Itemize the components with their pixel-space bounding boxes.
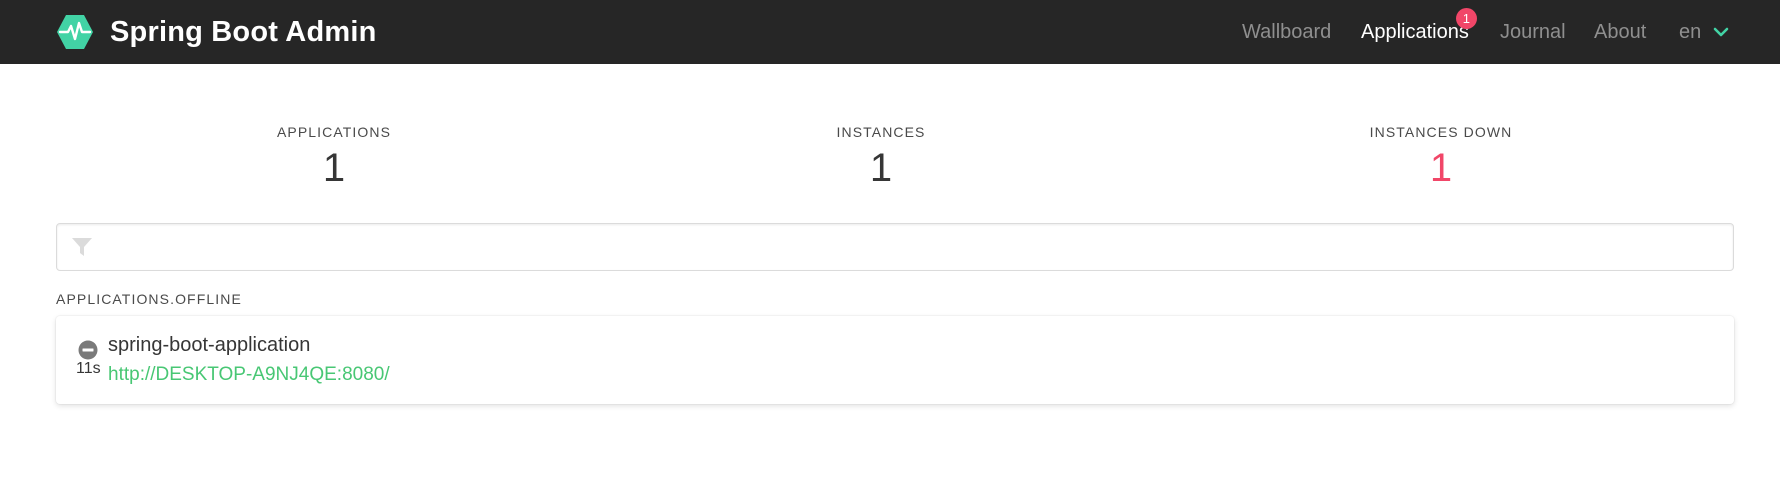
stat-instances-value: 1 (869, 146, 893, 190)
brand[interactable]: Spring Boot Admin (56, 0, 377, 64)
group-title: APPLICATIONS.OFFLINE (56, 291, 242, 307)
filter-input[interactable] (103, 224, 1727, 272)
stat-instances-down: INSTANCES DOWN 1 (1241, 124, 1641, 190)
language-selector[interactable]: en (1679, 0, 1729, 64)
filter-icon (72, 238, 92, 256)
stat-instances-label: INSTANCES (836, 124, 926, 140)
stat-applications: APPLICATIONS 1 (134, 124, 534, 190)
application-url-link[interactable]: http://DESKTOP-A9NJ4QE:8080/ (108, 364, 390, 386)
chevron-down-icon (1713, 27, 1729, 37)
status-age: 11s (76, 360, 101, 377)
filter-box (56, 223, 1734, 272)
stat-instances: INSTANCES 1 (681, 124, 1081, 190)
application-card[interactable]: 11s spring-boot-application http://DESKT… (56, 316, 1734, 404)
stat-applications-value: 1 (322, 146, 346, 190)
notification-badge: 1 (1455, 8, 1477, 29)
nav-applications-label: Applications (1361, 21, 1469, 43)
stat-instances-down-value: 1 (1429, 146, 1453, 190)
stat-applications-label: APPLICATIONS (276, 124, 392, 140)
nav-applications[interactable]: Applications 1 (1361, 0, 1477, 64)
stat-instances-down-label: INSTANCES DOWN (1369, 124, 1513, 140)
application-name: spring-boot-application (108, 334, 311, 356)
app-title: Spring Boot Admin (110, 15, 377, 48)
top-navbar: Spring Boot Admin Wallboard Applications… (0, 0, 1780, 64)
minus-circle-icon (78, 340, 98, 360)
nav-about[interactable]: About (1594, 0, 1646, 64)
language-label: en (1679, 20, 1702, 43)
heartbeat-hexagon-icon (57, 15, 93, 49)
nav-wallboard[interactable]: Wallboard (1242, 0, 1331, 64)
nav-journal[interactable]: Journal (1500, 0, 1566, 64)
